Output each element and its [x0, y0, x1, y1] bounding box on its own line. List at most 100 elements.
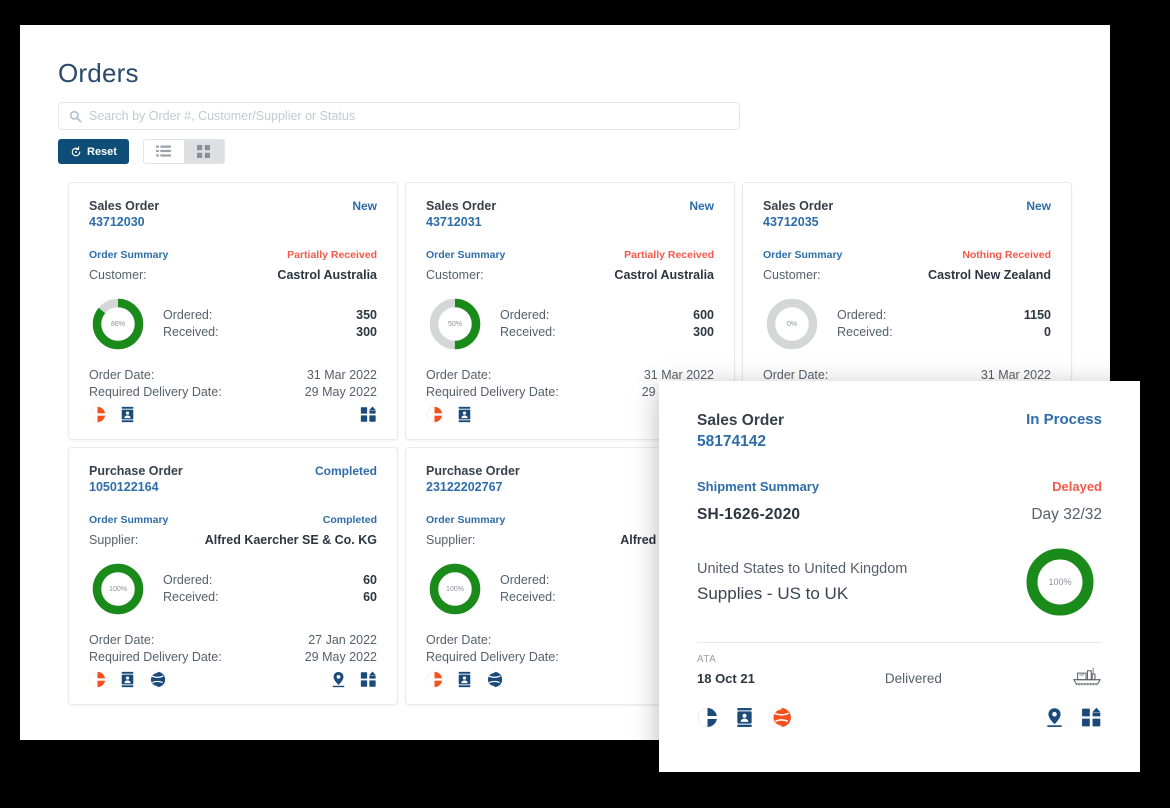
shipment-footer-left-icons [697, 707, 792, 728]
order-progress-donut: 0% [763, 295, 821, 353]
order-number[interactable]: 43712035 [763, 215, 833, 231]
order-date-value: 27 Jan 2022 [308, 633, 377, 648]
contact-card-icon[interactable] [734, 707, 755, 728]
order-progress-donut: 86% [89, 295, 147, 353]
orders-toolbar: Reset [58, 139, 225, 164]
shipment-order-number[interactable]: 58174142 [697, 432, 784, 453]
order-progress-label: 100% [446, 585, 464, 593]
order-identity: Sales Order 43712030 [89, 199, 159, 230]
order-number[interactable]: 23122202767 [426, 480, 520, 496]
order-identity: Purchase Order 23122202767 [426, 464, 520, 495]
order-received-label: Received: [163, 325, 219, 340]
shipment-ata-value: 18 Oct 21 [697, 670, 755, 686]
order-ordered-label: Ordered: [837, 308, 887, 323]
grid-apps-icon[interactable] [1081, 707, 1102, 728]
order-progress-donut: 100% [89, 560, 147, 618]
order-summary-label: Order Summary [763, 249, 843, 262]
grid-view-button[interactable] [183, 140, 224, 163]
shipment-route: United States to United Kingdom [697, 560, 908, 577]
order-card-header: Sales Order 43712031 New [426, 199, 714, 230]
order-footer-left-icons [89, 671, 166, 688]
shipment-order-status: In Process [1026, 411, 1102, 428]
order-delivery-date-label: Required Delivery Date: [426, 385, 559, 400]
shipment-ata-block: ATA 18 Oct 21 [697, 654, 755, 686]
order-ordered-line: Ordered: 1150 [837, 307, 1051, 324]
order-party-label: Customer: [763, 268, 821, 283]
order-received-value: 300 [356, 325, 377, 340]
cargo-ship-icon [1072, 664, 1102, 686]
grid-apps-icon[interactable] [360, 406, 377, 423]
contact-card-icon[interactable] [456, 406, 473, 423]
globe-icon[interactable] [486, 671, 503, 688]
order-footer-left-icons [426, 406, 473, 423]
shipment-ata-row: ATA 18 Oct 21 Delivered [697, 654, 1102, 686]
shipment-detail-card[interactable]: Sales Order 58174142 In Process Shipment… [659, 381, 1140, 772]
order-footer-right-icons [360, 406, 377, 423]
reset-button-label: Reset [87, 145, 117, 158]
shipment-id: SH-1626-2020 [697, 505, 801, 523]
order-ordered-label: Ordered: [163, 573, 213, 588]
order-quantity-table: Ordered: 60 Received: 60 [163, 572, 377, 606]
order-card[interactable]: Purchase Order 1050122164 Completed Orde… [68, 447, 398, 705]
shipment-card-footer [697, 707, 1102, 728]
map-pin-icon[interactable] [330, 671, 347, 688]
order-received-label: Received: [837, 325, 893, 340]
order-card-footer [89, 671, 377, 688]
order-received-line: Received: 300 [500, 324, 714, 341]
order-party-value: Castrol New Zealand [928, 268, 1051, 283]
order-received-line: Received: 300 [163, 324, 377, 341]
grid-apps-icon[interactable] [360, 671, 377, 688]
order-identity: Purchase Order 1050122164 [89, 464, 183, 495]
order-party-label: Supplier: [89, 533, 139, 548]
order-ordered-label: Ordered: [500, 573, 550, 588]
order-summary-row: Order Summary Completed [89, 514, 377, 526]
order-footer-left-icons [426, 671, 503, 688]
contact-card-icon[interactable] [119, 671, 136, 688]
map-pin-icon[interactable] [1044, 707, 1065, 728]
pie-chart-icon[interactable] [426, 671, 443, 688]
order-card[interactable]: Sales Order 43712030 New Order Summary P… [68, 182, 398, 440]
order-quantity-table: Ordered: 1150 Received: 0 [837, 307, 1051, 341]
pie-chart-icon[interactable] [426, 406, 443, 423]
order-delivery-date-line: Required Delivery Date: 29 May 2022 [89, 384, 377, 401]
order-summary-row: Order Summary Partially Received [89, 249, 377, 261]
search-bar[interactable] [58, 102, 740, 130]
order-ordered-value: 600 [693, 308, 714, 323]
reset-circular-arrow-icon [70, 145, 82, 158]
contact-card-icon[interactable] [119, 406, 136, 423]
order-identity: Sales Order 43712031 [426, 199, 496, 230]
order-card-header: Sales Order 43712030 New [89, 199, 377, 230]
pie-chart-icon[interactable] [89, 671, 106, 688]
pie-chart-icon[interactable] [697, 707, 718, 728]
globe-icon[interactable] [149, 671, 166, 688]
order-delivery-date-label: Required Delivery Date: [89, 385, 222, 400]
contact-card-icon[interactable] [456, 671, 473, 688]
order-type: Sales Order [89, 199, 160, 213]
order-status: New [1026, 199, 1051, 213]
reset-button[interactable]: Reset [58, 139, 129, 164]
shipment-order-identity: Sales Order 58174142 [697, 411, 784, 453]
order-summary-state: Partially Received [624, 249, 714, 262]
order-number[interactable]: 43712031 [426, 215, 496, 231]
list-view-button[interactable] [143, 140, 184, 163]
order-identity: Sales Order 43712035 [763, 199, 833, 230]
order-number[interactable]: 1050122164 [89, 480, 183, 496]
shipment-summary-row: Shipment Summary Delayed [697, 479, 1102, 494]
order-number[interactable]: 43712030 [89, 215, 159, 231]
order-delivery-date-line: Required Delivery Date: 29 May 2022 [89, 649, 377, 666]
order-summary-label: Order Summary [89, 249, 169, 262]
order-received-line: Received: 0 [837, 324, 1051, 341]
order-date-label: Order Date: [89, 633, 155, 648]
pie-chart-icon[interactable] [89, 406, 106, 423]
globe-icon[interactable] [771, 707, 792, 728]
search-input[interactable] [89, 109, 729, 123]
order-quantity-block: 100% Ordered: 60 Received: 60 [89, 560, 377, 618]
shipment-summary-state: Delayed [1052, 478, 1102, 494]
order-date-line: Order Date: 31 Mar 2022 [89, 367, 377, 384]
order-summary-label: Order Summary [89, 514, 169, 527]
order-ordered-line: Ordered: 60 [163, 572, 377, 589]
order-quantity-block: 86% Ordered: 350 Received: 300 [89, 295, 377, 353]
order-ordered-value: 1150 [1023, 308, 1051, 323]
order-summary-label: Order Summary [426, 514, 506, 527]
order-date-line: Order Date: 27 Jan 2022 [89, 632, 377, 649]
